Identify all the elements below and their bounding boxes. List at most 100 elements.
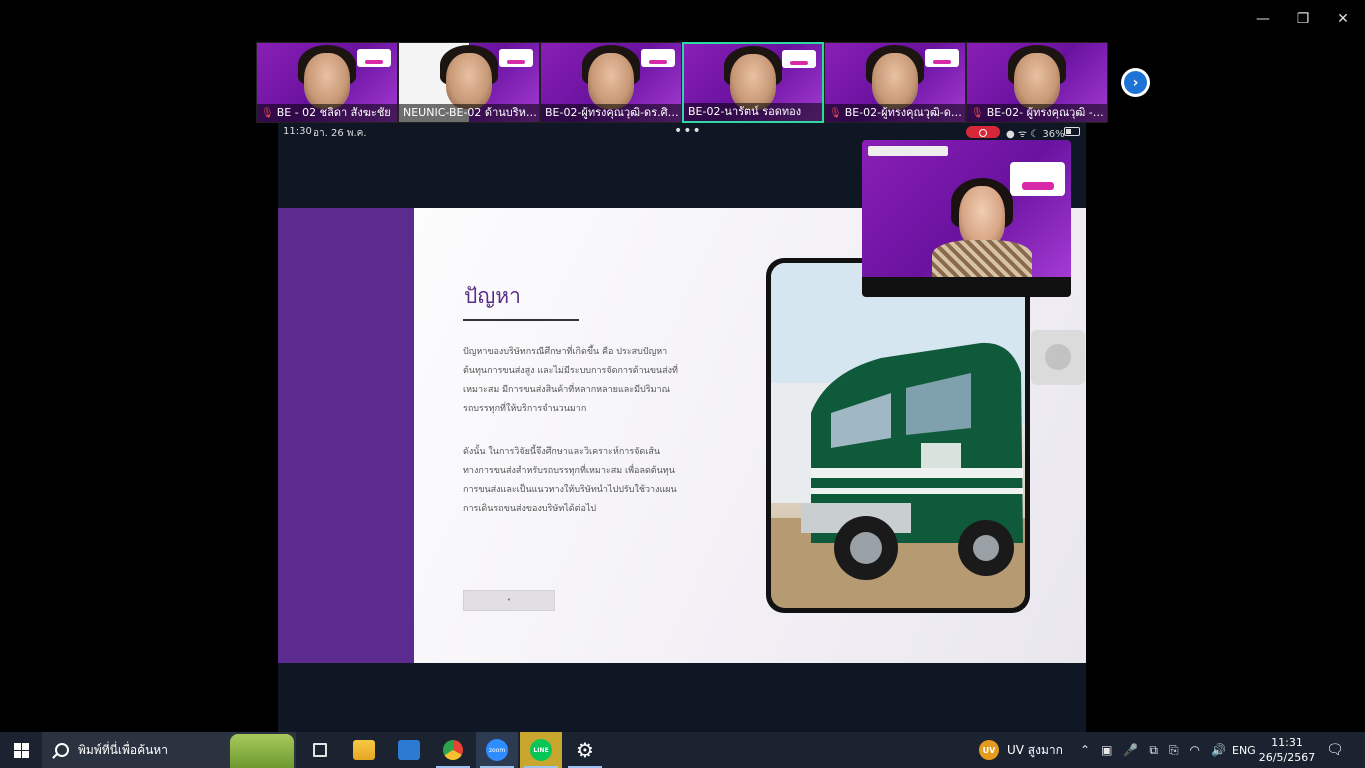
participant-name-text: BE-02-ผู้ทรงคุณวุฒิ-ดร... <box>844 106 965 119</box>
uv-icon: UV <box>979 740 999 760</box>
participant-tile[interactable]: 🎙 BE-02-ผู้ทรงคุณวุฒิ-ดร... <box>824 42 966 123</box>
slide-accent-panel <box>278 208 414 663</box>
mail-button[interactable] <box>388 732 430 768</box>
mic-muted-icon: 🎙 <box>829 108 842 119</box>
search-highlight-image <box>230 734 294 768</box>
speaker-video-thumbnail[interactable] <box>862 140 1071 297</box>
display-icon[interactable]: ⧉ <box>1149 743 1158 758</box>
search-icon <box>55 743 69 757</box>
participant-name-text: BE-02-ผู้ทรงคุณวุฒิ-ดร.ศิริพ... <box>545 106 681 119</box>
taskbar-search[interactable]: พิมพ์ที่นี่เพื่อค้นหา <box>42 732 296 768</box>
floating-share-control[interactable] <box>1031 330 1085 385</box>
participant-name-text: BE-02- ผู้ทรงคุณวุฒิ - ดร... <box>986 106 1107 119</box>
participant-name-text: NEUNIC-BE-02 ด้านบริหารธุ... <box>403 106 539 119</box>
notification-center-icon[interactable]: 🗨 <box>1326 732 1344 768</box>
battery-tray-icon[interactable]: ⎘ <box>1169 743 1179 758</box>
clock[interactable]: 11:31 26/5/2567 <box>1258 732 1316 768</box>
participant-name-text: BE-02-นารัตน์ รอดทอง <box>688 105 802 118</box>
more-dots-icon: ••• <box>674 123 702 139</box>
participant-tile-active-speaker[interactable]: BE-02-นารัตน์ รอดทอง <box>682 42 824 123</box>
system-tray-icons: ⌃ ▣ 🎤 ⧉ ⎘ ◠ 🔊 <box>1080 732 1226 768</box>
title-underline <box>463 319 579 321</box>
status-date: อา. 26 พ.ค. <box>313 128 367 139</box>
restore-button[interactable]: ❐ <box>1292 8 1314 30</box>
event-banner <box>782 50 816 68</box>
clock-time: 11:31 <box>1271 736 1303 749</box>
event-banner <box>868 146 948 156</box>
participant-name: BE-02-นารัตน์ รอดทอง <box>684 103 822 121</box>
slide-paragraph-1: ปัญหาของบริษัทกรณีศึกษาที่เกิดขึ้น คือ ป… <box>463 347 678 414</box>
close-button[interactable]: ✕ <box>1332 8 1354 30</box>
participant-tile[interactable]: 🎙 BE-02- ผู้ทรงคุณวุฒิ - ดร... <box>966 42 1108 123</box>
recording-indicator-icon <box>966 126 1000 138</box>
weather-text: UV สูงมาก <box>1007 742 1063 757</box>
chrome-icon <box>443 740 463 760</box>
task-view-button[interactable] <box>299 732 341 768</box>
folder-icon <box>353 740 375 760</box>
chrome-button[interactable] <box>432 732 474 768</box>
participant-face <box>1014 53 1060 109</box>
event-banner <box>499 49 533 67</box>
participant-tile[interactable]: BE-02-ผู้ทรงคุณวุฒิ-ดร.ศิริพ... <box>540 42 682 123</box>
language-indicator[interactable]: ENG <box>1232 732 1256 768</box>
participant-name-text: BE - 02 ชลิดา สังฆะชัย <box>276 106 391 119</box>
mic-muted-icon: 🎙 <box>971 108 984 119</box>
battery-icon <box>1064 127 1080 136</box>
shared-screen: 11:30 อา. 26 พ.ค. ••• ● ᯤ ☾ 36% ปัญหา ปั… <box>278 123 1086 732</box>
participant-face <box>588 53 634 109</box>
windows-logo-icon <box>13 742 29 758</box>
event-banner <box>925 49 959 67</box>
slide-button: • <box>463 590 555 611</box>
show-hidden-icons-icon[interactable]: ⌃ <box>1080 743 1090 757</box>
participant-name: NEUNIC-BE-02 ด้านบริหารธุ... <box>399 104 539 122</box>
participant-face <box>872 53 918 109</box>
file-explorer-button[interactable] <box>343 732 385 768</box>
participant-name: 🎙 BE - 02 ชลิดา สังฆะชัย <box>257 104 397 122</box>
taskbar: พิมพ์ที่นี่เพื่อค้นหา zoom LINE ⚙ UV UV … <box>0 732 1365 768</box>
participant-face <box>730 54 776 110</box>
line-icon: LINE <box>530 739 552 761</box>
desktop: — ❐ ✕ 🎙 BE - 02 ชลิดา สังฆะชัย NEUNIC-BE-… <box>0 0 1365 768</box>
tablet-status-bar: 11:30 อา. 26 พ.ค. ••• ● ᯤ ☾ 36% <box>278 123 1086 141</box>
participant-name: 🎙 BE-02- ผู้ทรงคุณวุฒิ - ดร... <box>967 104 1107 122</box>
volume-icon[interactable]: 🔊 <box>1211 743 1226 757</box>
status-time: 11:30 <box>283 126 312 137</box>
settings-button[interactable]: ⚙ <box>564 732 606 768</box>
truck-image-frame <box>766 258 1030 613</box>
participant-gallery: 🎙 BE - 02 ชลิดา สังฆะชัย NEUNIC-BE-02 ด้า… <box>256 42 1109 123</box>
speaker-face <box>959 186 1005 248</box>
participant-name: 🎙 BE-02-ผู้ทรงคุณวุฒิ-ดร... <box>825 104 965 122</box>
participant-tile[interactable]: 🎙 BE - 02 ชลิดา สังฆะชัย <box>256 42 398 123</box>
task-view-icon <box>313 743 327 757</box>
search-placeholder: พิมพ์ที่นี่เพื่อค้นหา <box>78 742 168 757</box>
event-sign <box>1010 162 1065 196</box>
participant-tile[interactable]: NEUNIC-BE-02 ด้านบริหารธุ... <box>398 42 540 123</box>
line-button[interactable]: LINE <box>520 732 562 768</box>
meet-now-icon[interactable]: ▣ <box>1101 743 1112 757</box>
clock-date: 26/5/2567 <box>1258 751 1316 764</box>
gear-icon: ⚙ <box>576 738 594 762</box>
wifi-icon[interactable]: ◠ <box>1190 743 1200 757</box>
zoom-button[interactable]: zoom <box>476 732 518 768</box>
chevron-right-icon: › <box>1124 71 1147 94</box>
truck-illustration <box>771 263 1025 608</box>
gallery-next-button[interactable]: › <box>1121 68 1150 97</box>
slide-paragraph-2: ดังนั้น ในการวิจัยนี้จึงศึกษาและวิเคราะห… <box>463 447 677 514</box>
truck-photo <box>771 263 1025 608</box>
participant-face <box>446 53 492 109</box>
status-right-icons: ● ᯤ ☾ 36% <box>1006 129 1065 140</box>
mail-icon <box>398 740 420 760</box>
mic-muted-icon: 🎙 <box>261 108 274 119</box>
speaker-body <box>932 240 1032 277</box>
event-banner <box>641 49 675 67</box>
event-banner <box>357 49 391 67</box>
zoom-icon: zoom <box>486 739 508 761</box>
microphone-icon[interactable]: 🎤 <box>1123 743 1138 757</box>
minimize-button[interactable]: — <box>1252 8 1274 30</box>
speaker-video <box>862 140 1071 277</box>
weather-widget[interactable]: UV UV สูงมาก <box>979 732 1063 768</box>
start-button[interactable] <box>0 732 42 768</box>
participant-name: BE-02-ผู้ทรงคุณวุฒิ-ดร.ศิริพ... <box>541 104 681 122</box>
slide-title: ปัญหา <box>464 284 521 308</box>
participant-face <box>304 53 350 109</box>
